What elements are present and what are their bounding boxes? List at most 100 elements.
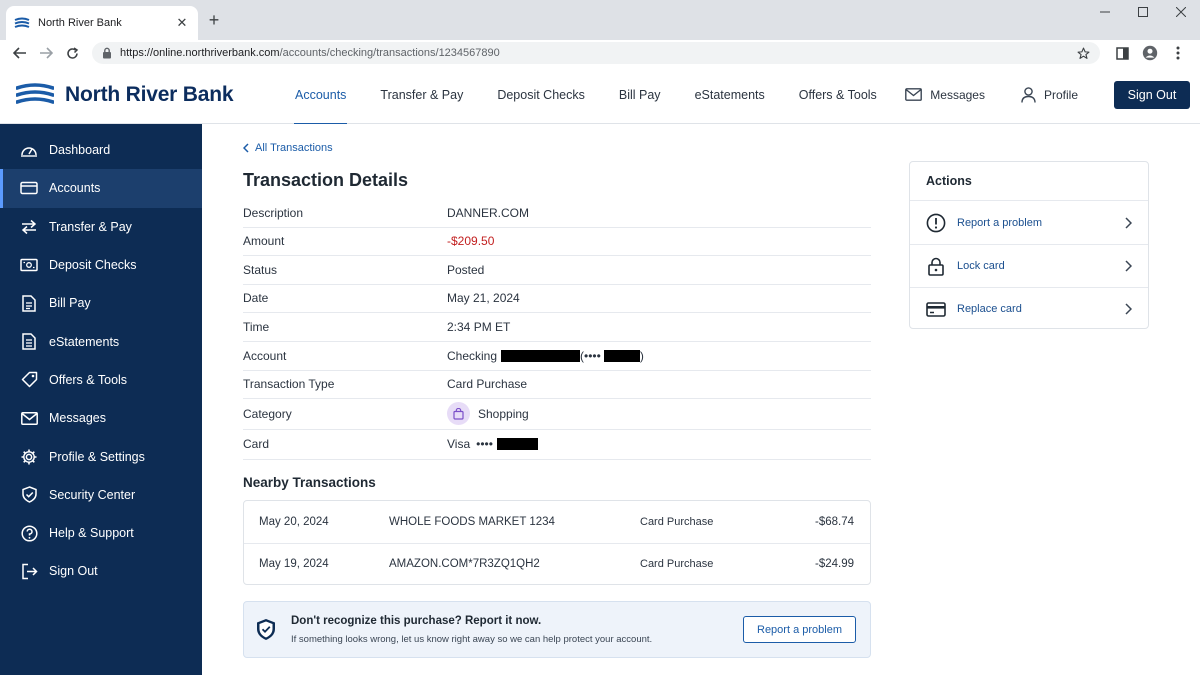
- nav-bill-pay[interactable]: Bill Pay: [602, 66, 678, 124]
- transaction-details-table: Description DANNER.COM Amount -$209.50 S…: [243, 200, 871, 460]
- detail-row-amount: Amount -$209.50: [243, 228, 871, 256]
- detail-value-card: Visa ••••: [447, 437, 871, 451]
- sidebar-item-label: Deposit Checks: [49, 258, 137, 273]
- gear-icon: [20, 448, 38, 466]
- chevron-right-icon: [1125, 303, 1132, 315]
- bank-favicon-icon: [14, 17, 30, 29]
- banner-heading: Don't recognize this purchase? Report it…: [291, 614, 542, 627]
- envelope-icon: [905, 88, 923, 101]
- header-profile-link[interactable]: Profile: [1021, 86, 1078, 103]
- sidebar-item-sign-out[interactable]: Sign Out: [0, 552, 202, 590]
- sidebar-item-accounts[interactable]: Accounts: [0, 169, 202, 208]
- chevron-right-icon: [1125, 260, 1132, 272]
- detail-row-status: Status Posted: [243, 256, 871, 285]
- fraud-report-banner: Don't recognize this purchase? Report it…: [243, 601, 871, 658]
- sidebar-item-bill-pay[interactable]: Bill Pay: [0, 284, 202, 322]
- sidebar-item-profile-settings[interactable]: Profile & Settings: [0, 437, 202, 475]
- nav-accounts[interactable]: Accounts: [278, 66, 363, 125]
- side-panel-icon[interactable]: [1108, 41, 1136, 65]
- action-label: Replace card: [957, 303, 1022, 315]
- nav-estatements[interactable]: eStatements: [678, 66, 782, 124]
- table-row[interactable]: May 20, 2024 WHOLE FOODS MARKET 1234 Car…: [244, 501, 870, 543]
- detail-value-amount: -$209.50: [447, 234, 495, 248]
- nearby-transactions-title: Nearby Transactions: [243, 475, 376, 490]
- detail-label: Transaction Type: [243, 377, 335, 392]
- back-arrow-icon[interactable]: [8, 41, 32, 65]
- transfer-icon: [20, 218, 38, 236]
- action-replace-card[interactable]: Replace card: [910, 287, 1148, 330]
- nav-offers-tools[interactable]: Offers & Tools: [782, 66, 894, 124]
- tag-icon: [20, 371, 38, 389]
- alert-circle-icon: [926, 213, 946, 233]
- redacted-account-digits: [603, 349, 640, 362]
- detail-label: Amount: [243, 234, 285, 248]
- sidebar-item-help-support[interactable]: Help & Support: [0, 514, 202, 552]
- profile-label: Profile: [1043, 87, 1078, 102]
- site-info-icon[interactable]: [102, 47, 112, 59]
- brand-logo[interactable]: North River Bank: [16, 83, 256, 107]
- new-tab-button[interactable]: +: [204, 10, 224, 30]
- sidebar-item-dashboard[interactable]: Dashboard: [0, 131, 202, 169]
- detail-value-time: 2:34 PM ET: [447, 319, 511, 334]
- nearby-merchant: WHOLE FOODS MARKET 1234: [389, 515, 555, 528]
- sidebar-item-messages[interactable]: Messages: [0, 399, 202, 437]
- table-row[interactable]: May 19, 2024 AMAZON.COM*7R3ZQ1QH2 Card P…: [244, 542, 870, 585]
- header-messages-link[interactable]: Messages: [905, 88, 985, 102]
- sidebar-item-deposit-checks[interactable]: Deposit Checks: [0, 246, 202, 284]
- nav-deposit-checks[interactable]: Deposit Checks: [480, 66, 602, 124]
- sidebar-item-security-center[interactable]: Security Center: [0, 476, 202, 514]
- reload-icon[interactable]: [60, 41, 84, 65]
- address-bar[interactable]: https://online.northriverbank.com/accoun…: [92, 42, 1100, 64]
- shield-check-icon: [256, 618, 278, 641]
- detail-row-account: Account Checking (•••• ): [243, 342, 871, 371]
- maximize-icon[interactable]: [1124, 0, 1162, 24]
- window-controls: [1086, 0, 1200, 24]
- action-report-problem[interactable]: Report a problem: [910, 201, 1148, 244]
- main-nav: Accounts Transfer & Pay Deposit Checks B…: [278, 66, 894, 125]
- action-lock-card[interactable]: Lock card: [910, 244, 1148, 287]
- report-problem-button[interactable]: Report a problem: [743, 616, 856, 643]
- chevron-right-icon: [1125, 216, 1132, 229]
- nav-transfer-pay[interactable]: Transfer & Pay: [363, 66, 480, 124]
- back-link-label: All Transactions: [255, 142, 333, 154]
- browser-menu-icon[interactable]: [1164, 41, 1192, 65]
- bank-waves-logo-icon: [16, 82, 54, 104]
- main-content: All Transactions Transaction Details Des…: [202, 124, 1200, 675]
- chevron-left-icon: [243, 143, 249, 153]
- forward-arrow-icon[interactable]: [34, 41, 58, 65]
- sign-out-button[interactable]: Sign Out: [1114, 80, 1190, 109]
- shopping-bag-icon: [447, 402, 470, 426]
- browser-toolbar: https://online.northriverbank.com/accoun…: [0, 40, 1200, 66]
- category-label: Shopping: [478, 406, 529, 421]
- close-window-icon[interactable]: [1162, 0, 1200, 24]
- nearby-type: Card Purchase: [640, 515, 714, 528]
- bookmark-star-icon[interactable]: [1077, 47, 1090, 60]
- mail-icon: [20, 409, 38, 427]
- sidebar-item-label: Profile & Settings: [49, 449, 145, 464]
- nearby-transactions-table: May 20, 2024 WHOLE FOODS MARKET 1234 Car…: [243, 500, 871, 585]
- sidebar-item-label: Help & Support: [49, 526, 134, 541]
- account-type: Checking: [447, 348, 498, 363]
- detail-label: Card: [243, 437, 270, 451]
- minimize-icon[interactable]: [1086, 0, 1124, 24]
- sidebar-item-transfer-pay[interactable]: Transfer & Pay: [0, 208, 202, 246]
- sidebar-item-estatements[interactable]: eStatements: [0, 322, 202, 360]
- account-mask-close: ): [639, 348, 644, 363]
- bill-icon: [20, 294, 38, 312]
- account-avatar-icon[interactable]: [1136, 41, 1164, 65]
- detail-label: Category: [243, 406, 292, 421]
- action-label: Lock card: [957, 260, 1005, 272]
- nearby-amount: -$68.74: [814, 515, 854, 528]
- tab-title: North River Bank: [38, 17, 122, 29]
- sidebar: Dashboard Accounts Transfer & Pay Deposi…: [0, 124, 202, 675]
- browser-tab-strip: North River Bank ✕ +: [0, 0, 1200, 40]
- back-to-transactions-link[interactable]: All Transactions: [243, 142, 333, 154]
- detail-value-status: Posted: [447, 262, 485, 277]
- close-tab-icon[interactable]: ✕: [174, 15, 190, 31]
- detail-value-description: DANNER.COM: [447, 206, 530, 221]
- browser-tab[interactable]: North River Bank ✕: [6, 6, 198, 40]
- statement-icon: [20, 333, 38, 351]
- site-header: North River Bank Accounts Transfer & Pay…: [0, 66, 1200, 125]
- sidebar-item-offers-tools[interactable]: Offers & Tools: [0, 361, 202, 399]
- detail-value-category: Shopping: [447, 402, 871, 426]
